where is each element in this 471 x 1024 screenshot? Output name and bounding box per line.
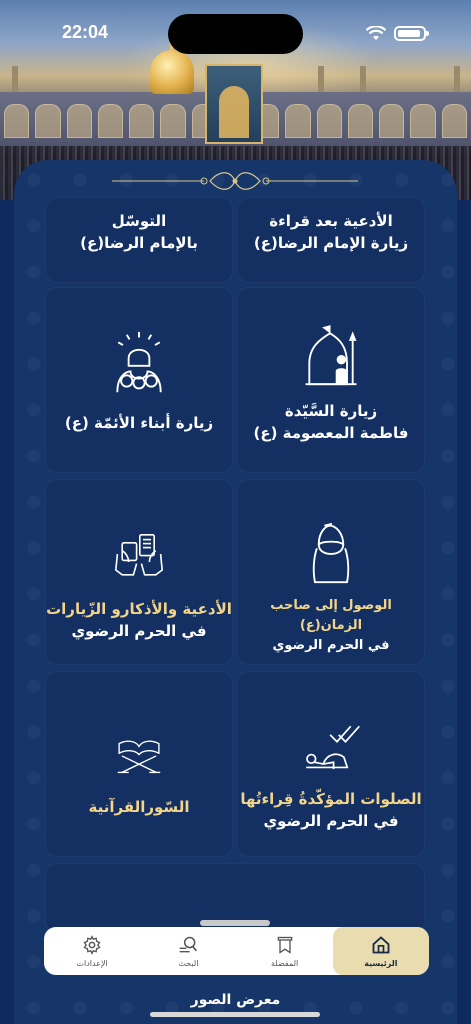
card-title-line1: الصلوات المؤكّدةُ قِراءتُها bbox=[240, 790, 422, 808]
battery-icon bbox=[394, 26, 429, 41]
hands-book-icon bbox=[114, 534, 164, 576]
status-bar: 22:04 bbox=[0, 0, 471, 60]
card-title-line2: بالإمام الرضا(ع) bbox=[80, 234, 198, 252]
tab-settings-label: الإعدادات bbox=[76, 959, 108, 968]
card-title-line2: فاطمة المعصومة (ع) bbox=[253, 424, 409, 442]
home-indicator bbox=[150, 1012, 320, 1017]
card-title-line1: زيارة السَّيّدة bbox=[284, 402, 378, 420]
quran-stand-icon bbox=[117, 740, 161, 774]
prostration-check-icon bbox=[306, 725, 360, 770]
camera-notch bbox=[168, 14, 303, 54]
tab-home[interactable]: الرئيسية bbox=[332, 927, 429, 975]
card-supplications-adhkar[interactable]: الأدعية والأذكارو الزّيارات في الحرم الر… bbox=[45, 479, 233, 665]
card-ziyarah-sons-of-imams[interactable]: زيارة أبناء الأئمّة (ع) bbox=[45, 287, 233, 473]
search-icon bbox=[180, 936, 198, 953]
card-title-line1: السّورالقرآنية bbox=[88, 798, 190, 816]
card-ziyarah-masumah[interactable]: زيارة السَّيّدة فاطمة المعصومة (ع) bbox=[237, 287, 425, 473]
bookmark-icon bbox=[277, 936, 292, 954]
home-icon bbox=[372, 936, 390, 954]
drag-handle[interactable] bbox=[200, 920, 270, 926]
card-title-line1: الوصول إلى صاحب الزمان(ع) bbox=[270, 598, 392, 633]
card-title-line1: الأدعية بعد قراءة bbox=[269, 212, 393, 230]
card-title-line2: في الحرم الرضوي bbox=[71, 622, 207, 640]
card-title-line1: التوسّل bbox=[111, 212, 167, 230]
card-tawassul[interactable]: التوسّل بالإمام الرضا(ع) bbox=[45, 197, 233, 283]
tab-search[interactable]: البحث bbox=[140, 927, 236, 975]
photo-gallery-label[interactable]: معرض الصور bbox=[0, 992, 471, 1008]
card-title-line1: الأدعية والأذكارو الزّيارات bbox=[46, 600, 232, 618]
card-title-line2: في الحرم الرضوي bbox=[263, 812, 399, 830]
gear-icon bbox=[83, 935, 101, 955]
tab-settings[interactable]: الإعدادات bbox=[44, 927, 140, 975]
shrine-portal bbox=[205, 64, 263, 144]
family-halo-icon bbox=[116, 331, 162, 393]
card-recommended-prayers[interactable]: الصلوات المؤكّدةُ قِراءتُها في الحرم الر… bbox=[237, 671, 425, 857]
tab-favorites[interactable]: المفضلة bbox=[237, 927, 333, 975]
card-title-line2: في الحرم الرضوي bbox=[272, 638, 390, 653]
card-supplications-after-ziyarah[interactable]: الأدعية بعد قراءة زيارة الإمام الرضا(ع) bbox=[237, 197, 425, 283]
shrine-dome-icon bbox=[305, 325, 357, 386]
card-reaching-imam-zaman[interactable]: الوصول إلى صاحب الزمان(ع) في الحرم الرضو… bbox=[237, 479, 425, 665]
card-title-line2: زيارة الإمام الرضا(ع) bbox=[253, 234, 409, 252]
wifi-icon bbox=[366, 26, 386, 40]
card-quranic-surahs[interactable]: السّورالقرآنية bbox=[45, 671, 233, 857]
status-time: 22:04 bbox=[62, 22, 109, 42]
veiled-figure-icon bbox=[312, 522, 350, 584]
ornament-divider-icon bbox=[112, 172, 358, 190]
tab-favorites-label: المفضلة bbox=[271, 959, 299, 968]
tab-home-label: الرئيسية bbox=[364, 959, 398, 968]
tab-search-label: البحث bbox=[178, 959, 199, 968]
bottom-tab-bar: الرئيسية المفضلة البحث الإعدادات bbox=[44, 927, 429, 975]
card-title-line1: زيارة أبناء الأئمّة (ع) bbox=[64, 414, 214, 432]
